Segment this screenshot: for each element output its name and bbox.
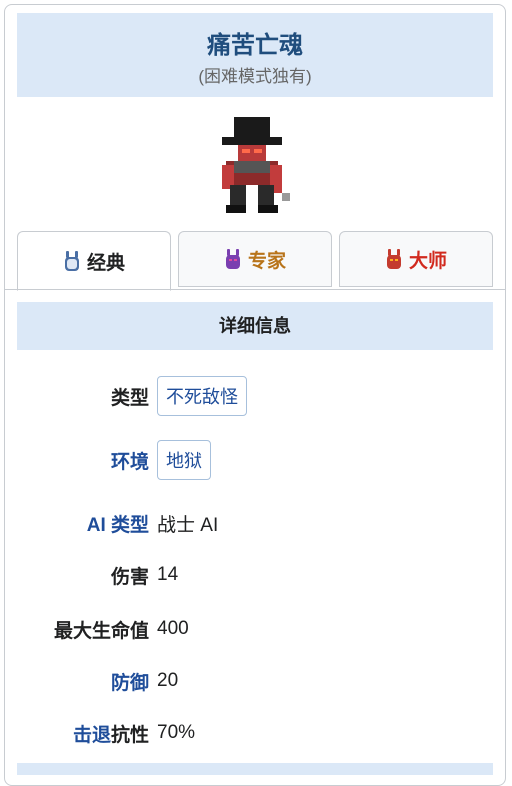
master-mode-icon	[386, 249, 401, 269]
type-label: 类型	[110, 387, 149, 409]
page-subtitle: (困难模式独有)	[198, 67, 312, 86]
classic-mode-icon	[64, 251, 79, 271]
tab-master-label: 大师	[408, 250, 447, 272]
max-hp-value: 400	[157, 618, 189, 639]
enemy-sprite	[222, 117, 290, 213]
expert-mode-icon	[225, 249, 240, 269]
resistance-text: 抗性	[110, 724, 149, 746]
stat-row-knockback: 击退抗性 70%	[5, 712, 505, 754]
damage-value: 14	[157, 564, 179, 585]
tab-expert[interactable]: 专家	[178, 231, 332, 287]
type-tag[interactable]: 不死敌怪	[157, 376, 247, 416]
knockback-link[interactable]: 击退	[73, 725, 111, 746]
page-title: 痛苦亡魂	[207, 32, 303, 59]
difficulty-tabs: 经典 专家 大师	[17, 231, 493, 291]
knockback-resistance-label: 击退抗性	[5, 720, 157, 747]
defense-label[interactable]: 防御	[5, 668, 157, 695]
stat-row-environment: 环境 地狱	[5, 439, 505, 481]
environment-tag[interactable]: 地狱	[157, 440, 211, 480]
defense-value: 20	[157, 670, 179, 691]
stat-row-ai: AI 类型 战士 AI	[5, 502, 505, 544]
section-header: 详细信息	[17, 302, 493, 350]
title-bar: 痛苦亡魂 (困难模式独有)	[17, 13, 493, 97]
tab-expert-label: 专家	[247, 250, 286, 272]
tab-master[interactable]: 大师	[339, 231, 493, 287]
stat-row-damage: 伤害 14	[5, 554, 505, 596]
damage-label: 伤害	[110, 566, 149, 588]
ai-type-value: 战士 AI	[157, 514, 219, 536]
next-section-header	[17, 763, 493, 775]
knockback-resistance-value: 70%	[157, 722, 196, 743]
max-hp-label: 最大生命值	[53, 620, 149, 642]
tab-classic-label: 经典	[86, 252, 125, 274]
stat-row-max-hp: 最大生命值 400	[5, 608, 505, 650]
stat-row-defense: 防御 20	[5, 660, 505, 702]
tab-divider	[5, 289, 505, 290]
environment-label[interactable]: 环境	[5, 447, 157, 474]
ai-type-label[interactable]: AI 类型	[5, 510, 157, 537]
npc-infobox: 痛苦亡魂 (困难模式独有) 经典 专家 大师 详细信息 类型 不死敌怪 环境 地…	[4, 4, 506, 786]
tab-classic[interactable]: 经典	[17, 231, 171, 291]
stat-row-type: 类型 不死敌怪	[5, 375, 505, 417]
